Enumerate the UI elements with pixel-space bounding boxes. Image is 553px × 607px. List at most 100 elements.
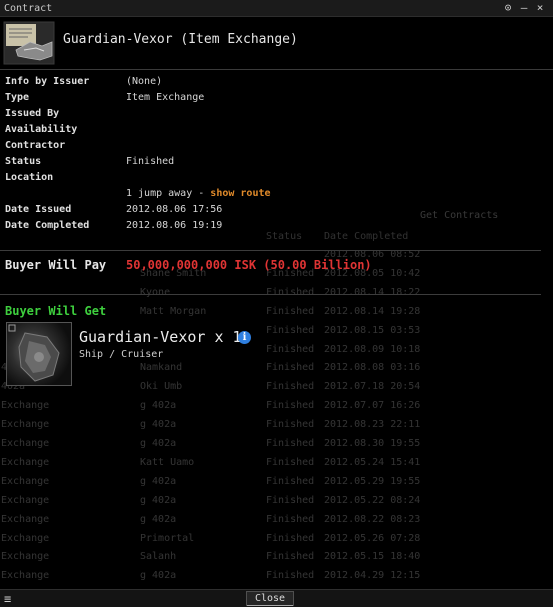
background-list-cell: 2012.08.09 10:18 [324, 343, 421, 355]
background-list-cell: Finished [266, 400, 315, 412]
ship-render-icon [8, 324, 60, 382]
background-list-cell: Finished [266, 286, 315, 298]
background-list-cell: 2012.05.29 19:55 [324, 475, 421, 487]
background-list-cell: Exchange [1, 570, 50, 582]
info-label: Info by Issuer [5, 76, 90, 87]
background-list-cell: Exchange [1, 400, 50, 412]
background-list-cell: Exchange [1, 419, 50, 431]
background-list-cell: Exchange [1, 456, 50, 468]
background-list-row: Exchange Salanh Finished 2012.05.15 18:40 [0, 548, 553, 567]
background-list-row: 402a Oki Umb Finished 2012.07.18 20:54 [0, 378, 553, 397]
item-name: Guardian-Vexor x 1 [79, 328, 242, 346]
window-options-icon[interactable]: ⊙ [501, 1, 515, 15]
background-list-cell: 2012.08.08 03:16 [324, 362, 421, 374]
background-header-date: Date Completed [324, 231, 409, 242]
background-list-cell: 2012.05.22 08:24 [324, 494, 421, 506]
background-list-cell: 2012.05.24 15:41 [324, 456, 421, 468]
show-route-link[interactable]: show route [210, 188, 270, 199]
divider [0, 294, 541, 295]
background-list-row: Exchange g 402a Finished 2012.04.29 12:15 [0, 567, 553, 586]
info-value-text: Finished [126, 156, 175, 167]
background-list-cell: Exchange [1, 532, 50, 544]
background-list-cell: g 402a [140, 419, 177, 431]
background-list-cell: Finished [266, 324, 315, 336]
window-title: Contract [4, 3, 53, 14]
window-titlebar[interactable]: Contract ⊙ – × [0, 0, 553, 17]
info-label: Status [5, 156, 42, 167]
background-list-row: Exchange g 402a Finished 2012.08.30 19:55 [0, 435, 553, 454]
background-list-cell: Primortal [140, 532, 195, 544]
buyer-will-pay-value: 50,000,000,000 ISK (50.00 Billion) [126, 258, 372, 272]
background-list-cell: Finished [266, 305, 315, 317]
background-list-cell: Finished [266, 494, 315, 506]
minimize-icon[interactable]: – [517, 1, 531, 15]
background-list-cell: Finished [266, 362, 315, 374]
info-value: Finished [126, 156, 174, 167]
background-list-cell: Finished [266, 513, 315, 525]
info-value: 1 jump away - show route [126, 188, 271, 199]
contract-header: Guardian-Vexor (Item Exchange) [0, 18, 553, 70]
info-label: Location [5, 172, 54, 183]
background-header-status: Status [266, 231, 303, 242]
background-list-row: Exchange Primortal Finished 2012.05.26 07:2… [0, 530, 553, 549]
background-list-cell: Namkand [140, 362, 183, 374]
background-list-cell: Exchange [1, 438, 50, 449]
buyer-will-pay-label: Buyer Will Pay [5, 258, 107, 272]
background-list-cell: 2012.05.15 18:40 [324, 551, 421, 563]
info-value-text: 2012.08.06 17:56 [126, 204, 223, 215]
background-list-row: Exchange g 402a Finished 2012.08.22 08:23 [0, 511, 553, 530]
info-value-text: 1 jump away - [126, 188, 211, 199]
background-list-cell: 2012.08.22 08:23 [324, 513, 421, 525]
menu-icon[interactable]: ≡ [4, 592, 11, 606]
divider [0, 250, 541, 251]
background-list-cell: Oki Umb [140, 381, 183, 393]
close-button[interactable]: Close [246, 591, 294, 606]
background-get-contracts-button: Get Contracts [420, 210, 499, 221]
background-list-row: Exchange Katt Uamo Finished 2012.05.24 15:4… [0, 454, 553, 473]
background-list-cell: g 402a [140, 570, 177, 582]
ship-thumbnail[interactable] [6, 322, 72, 386]
show-info-icon[interactable]: i [238, 331, 251, 344]
info-label: Date Issued [5, 204, 72, 215]
background-list-cell: Finished [266, 570, 315, 582]
background-list-cell: Finished [266, 343, 315, 355]
background-list-cell: 2012.04.29 12:15 [324, 570, 421, 582]
info-label: Contractor [5, 140, 66, 151]
info-label: Issued By [5, 108, 60, 119]
background-list-cell: 2012.07.07 16:26 [324, 400, 421, 412]
background-list-cell: Finished [266, 532, 315, 544]
background-list-cell: 2012.08.30 19:55 [324, 438, 421, 449]
background-list-cell: Finished [266, 438, 315, 449]
info-value: (None) [126, 76, 162, 87]
info-label: Type [5, 92, 30, 103]
background-list-row: Exchange g 402a Finished 2012.08.23 22:11 [0, 416, 553, 435]
info-label: Availability [5, 124, 78, 135]
close-icon[interactable]: × [533, 1, 547, 15]
background-list-cell: g 402a [140, 438, 177, 449]
background-list-cell: Finished [266, 551, 315, 563]
background-list-cell: Matt Morgan [140, 305, 207, 317]
item-type: Ship / Cruiser [79, 349, 164, 360]
background-list-cell: Finished [266, 475, 315, 487]
background-list-cell: g 402a [140, 475, 177, 487]
background-list-cell: 2012.08.15 03:53 [324, 324, 421, 336]
background-list-row: Exchange g 402a Finished 2012.07.07 16:26 [0, 397, 553, 416]
contract-handshake-icon [3, 21, 55, 65]
background-list-cell: Exchange [1, 494, 50, 506]
background-list-cell: 2012.07.18 20:54 [324, 381, 421, 393]
background-list-cell: 2012.08.23 22:11 [324, 419, 421, 431]
background-list-cell: 2012.08.14 18:22 [324, 286, 421, 298]
info-value: Item Exchange [126, 92, 204, 103]
info-value-text: Item Exchange [126, 92, 205, 103]
window-bottombar: ≡ Close [0, 589, 553, 607]
background-list-cell: Exchange [1, 551, 50, 563]
info-value: 2012.08.06 17:56 [126, 204, 222, 215]
background-list-cell: g 402a [140, 494, 177, 506]
background-list-cell: Exchange [1, 475, 50, 487]
info-label: Date Completed [5, 220, 90, 231]
info-value: 2012.08.06 19:19 [126, 220, 222, 231]
background-list-cell: g 402a [140, 400, 177, 412]
background-list-row: 402aNamkandFinished2012.08.08 03:16 [0, 359, 553, 378]
background-list-cell: Finished [266, 456, 315, 468]
background-list-row: Exchange g 402a Finished 2012.05.29 19:55 [0, 473, 553, 492]
